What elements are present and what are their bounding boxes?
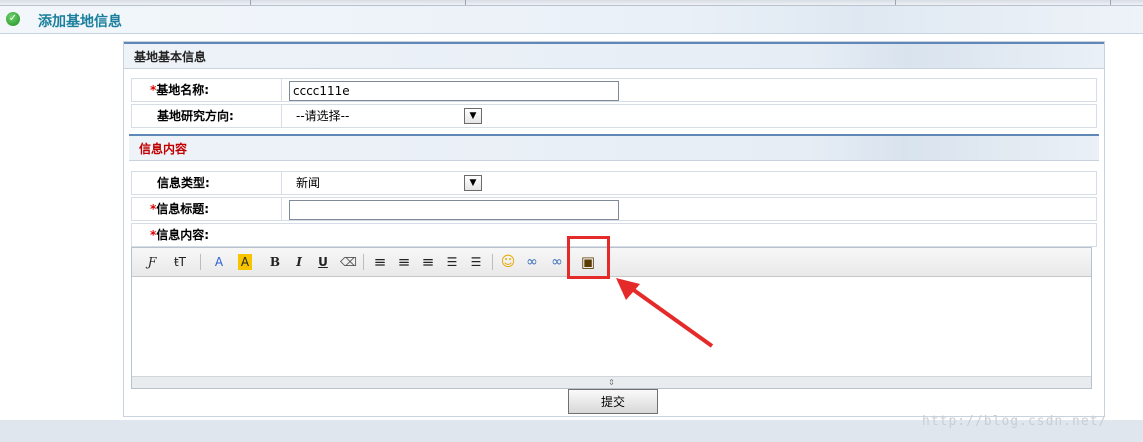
- base-name-input[interactable]: [289, 81, 619, 101]
- field-label: 信息类型:: [132, 172, 282, 194]
- align-left-icon[interactable]: ≡: [372, 254, 388, 270]
- check-icon: ✓: [6, 12, 20, 26]
- editor-toolbar: Ƒ ŧT A A B I U ⌫ ≡ ≡ ≡ ☰ ☰ ☺ ∞ ∞ ▣: [132, 248, 1091, 277]
- font-size-icon[interactable]: ŧT: [170, 254, 190, 270]
- row-info-title: *信息标题:: [131, 197, 1097, 221]
- annotation-arrow: [616, 278, 714, 348]
- chevron-down-icon[interactable]: ▼: [464, 108, 482, 124]
- align-center-icon[interactable]: ≡: [396, 254, 412, 270]
- italic-icon[interactable]: I: [292, 254, 306, 270]
- base-name-label: 基地名称:: [156, 83, 210, 97]
- field-label: *信息标题:: [132, 198, 282, 220]
- editor-resize-handle[interactable]: ⇕: [132, 376, 1091, 388]
- top-tab[interactable]: [680, 0, 896, 5]
- research-direction-selected: --请选择--: [296, 109, 350, 123]
- field-label: *信息内容:: [132, 224, 282, 246]
- row-info-content: *信息内容:: [131, 223, 1097, 247]
- toolbar-separator: [492, 254, 493, 270]
- unordered-list-icon[interactable]: ☰: [468, 254, 484, 270]
- page-title: 添加基地信息: [38, 14, 122, 30]
- link-icon[interactable]: ∞: [524, 254, 540, 270]
- align-right-icon[interactable]: ≡: [420, 254, 436, 270]
- top-tab[interactable]: [0, 0, 251, 5]
- info-type-label: 信息类型:: [157, 176, 210, 190]
- watermark-text: http://blog.csdn.net/: [922, 414, 1108, 429]
- form-panel: 基地基本信息 *基地名称: 基地研究方向: --请选择-- ▼ 信息内容 信息类…: [123, 41, 1105, 417]
- top-tab[interactable]: [895, 0, 1111, 5]
- title-bar: ✓ 添加基地信息: [0, 6, 1143, 34]
- arrow-shaft: [626, 284, 714, 348]
- font-family-icon[interactable]: Ƒ: [142, 254, 162, 270]
- submit-button[interactable]: 提交: [568, 389, 658, 414]
- top-tab[interactable]: [250, 0, 466, 5]
- field-label: *基地名称:: [132, 79, 282, 101]
- emoticon-icon[interactable]: ☺: [500, 254, 516, 270]
- section-header-basic: 基地基本信息: [124, 42, 1104, 69]
- row-base-name: *基地名称:: [131, 78, 1097, 102]
- info-title-label: 信息标题:: [156, 202, 210, 216]
- arrow-head: [616, 278, 640, 300]
- section-header-info: 信息内容: [129, 134, 1099, 161]
- bold-icon[interactable]: B: [268, 254, 282, 270]
- underline-icon[interactable]: U: [316, 254, 330, 270]
- research-direction-label: 基地研究方向:: [157, 109, 234, 123]
- annotation-highlight-box: [567, 236, 610, 279]
- toolbar-separator: [200, 254, 201, 270]
- research-direction-select[interactable]: --请选择-- ▼: [294, 107, 482, 125]
- chevron-down-icon[interactable]: ▼: [464, 175, 482, 191]
- eraser-icon[interactable]: ⌫: [340, 254, 357, 270]
- info-type-select[interactable]: 新闻 ▼: [294, 174, 482, 192]
- ordered-list-icon[interactable]: ☰: [444, 254, 460, 270]
- field-label: 基地研究方向:: [132, 105, 282, 127]
- highlight-color-icon[interactable]: A: [238, 254, 252, 270]
- toolbar-separator: [363, 254, 364, 270]
- unlink-icon[interactable]: ∞: [548, 254, 566, 270]
- info-content-label: 信息内容:: [156, 228, 210, 242]
- font-color-icon[interactable]: A: [210, 254, 228, 270]
- info-title-input[interactable]: [289, 200, 619, 220]
- row-info-type: 信息类型: 新闻 ▼: [131, 171, 1097, 195]
- row-research-direction: 基地研究方向: --请选择-- ▼: [131, 104, 1097, 128]
- info-type-selected: 新闻: [296, 176, 321, 190]
